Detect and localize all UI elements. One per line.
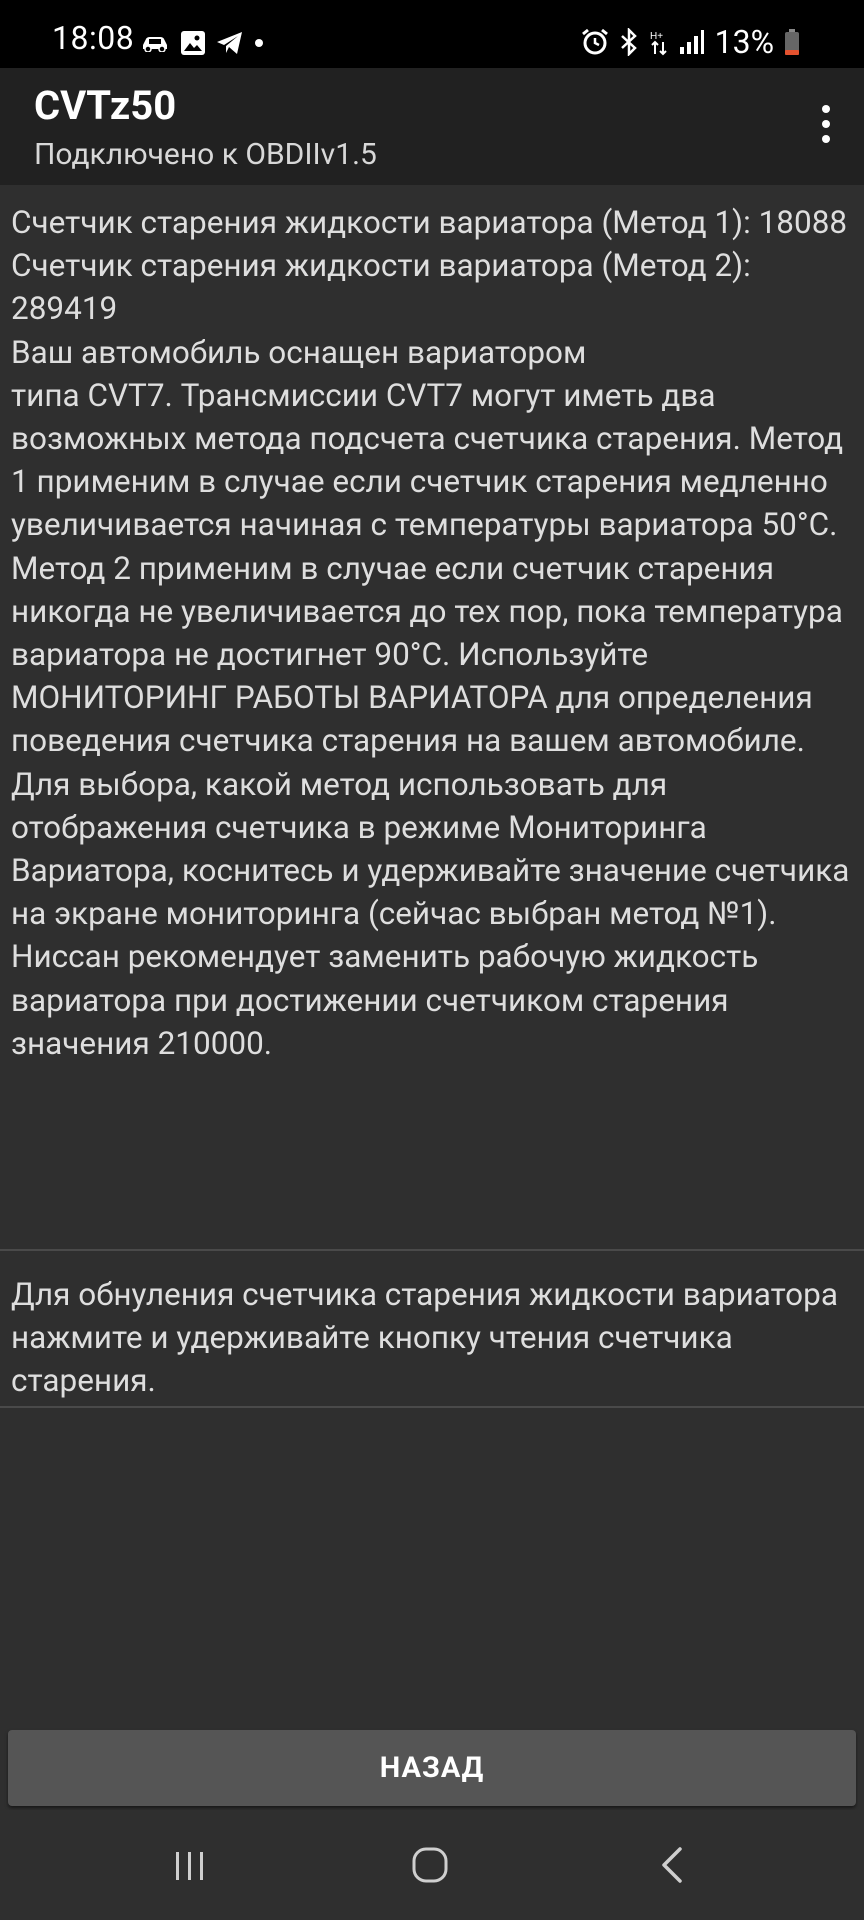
- status-bar: 18:08 H+ 13%: [0, 0, 864, 68]
- battery-percent: 13%: [714, 23, 774, 61]
- recent-apps-icon[interactable]: [170, 1846, 210, 1886]
- bluetooth-icon: [619, 28, 639, 56]
- content: Счетчик старения жидкости вариатора (Мет…: [0, 185, 864, 1408]
- overflow-menu-button[interactable]: [802, 94, 850, 154]
- more-vert-icon: [822, 105, 830, 113]
- back-icon[interactable]: [652, 1844, 692, 1886]
- signal-icon: [679, 29, 705, 55]
- dot-icon: [254, 38, 264, 48]
- telegram-icon: [216, 31, 244, 55]
- reset-instructions: Для обнуления счетчика старения жидкости…: [11, 1276, 846, 1400]
- navigation-bar: [0, 1810, 864, 1920]
- connection-status: Подключено к OBDIIv1.5: [34, 137, 377, 172]
- divider: [0, 1406, 864, 1408]
- alarm-icon: [581, 28, 609, 56]
- screen: 18:08 H+ 13% CVTz50 Подключено к OBDIIv1…: [0, 0, 864, 1920]
- svg-text:H+: H+: [650, 31, 663, 42]
- back-button[interactable]: НАЗАД: [8, 1730, 856, 1806]
- app-title: CVTz50: [34, 82, 177, 129]
- home-icon[interactable]: [410, 1844, 452, 1886]
- aging-counter-info: Счетчик старения жидкости вариатора (Мет…: [11, 204, 850, 1062]
- image-icon: [180, 30, 206, 56]
- status-system-icons: H+ 13%: [581, 26, 800, 58]
- battery-icon: [784, 28, 800, 56]
- app-bar: CVTz50 Подключено к OBDIIv1.5: [0, 68, 864, 185]
- status-notification-icons: [140, 30, 264, 56]
- car-icon: [140, 34, 170, 52]
- status-time: 18:08: [52, 19, 135, 57]
- data-icon: H+: [649, 28, 669, 56]
